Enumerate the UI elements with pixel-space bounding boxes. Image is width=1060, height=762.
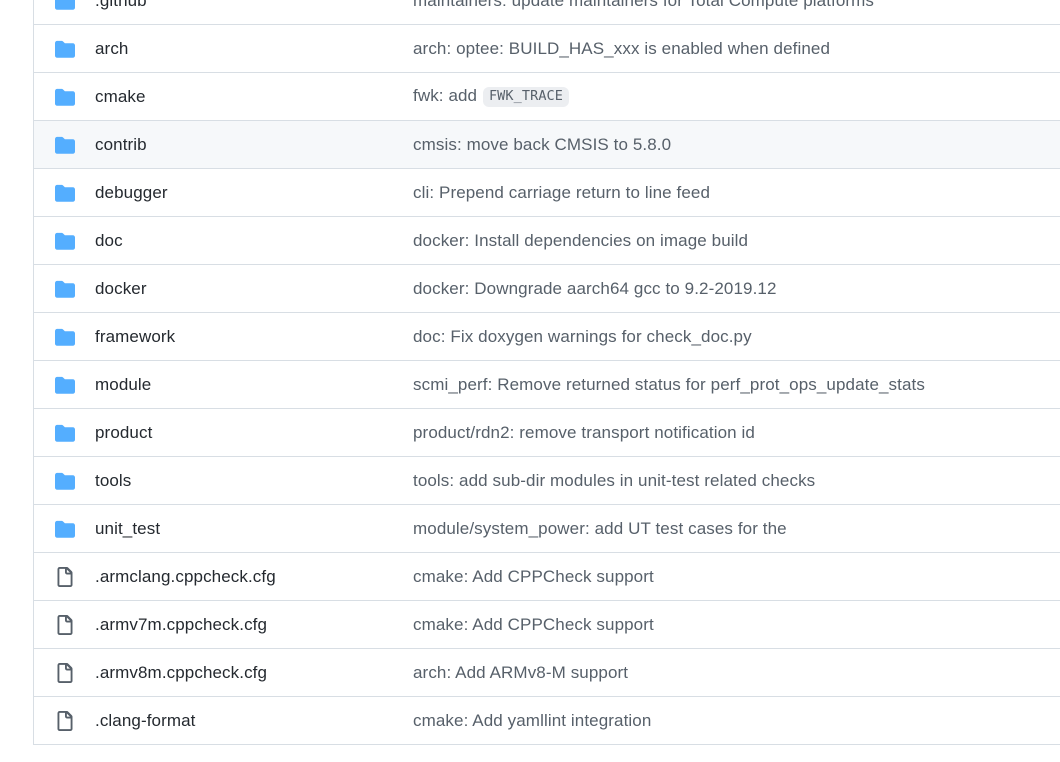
- commit-message-link[interactable]: cmake: Add CPPCheck support: [413, 567, 1060, 587]
- folder-icon: [34, 87, 75, 107]
- commit-message-link[interactable]: maintainers: update maintainers for Tota…: [413, 0, 1060, 11]
- file-icon: [34, 662, 75, 683]
- folder-icon: [34, 39, 75, 59]
- repository-file-listing-viewport: .github maintainers: update maintainers f…: [0, 0, 1060, 762]
- commit-message-link[interactable]: product/rdn2: remove transport notificat…: [413, 423, 1060, 443]
- directory-name-link[interactable]: arch: [75, 39, 413, 59]
- directory-name-link[interactable]: module: [75, 375, 413, 395]
- file-listing-table: .github maintainers: update maintainers f…: [33, 0, 1060, 745]
- commit-message-link[interactable]: tools: add sub-dir modules in unit-test …: [413, 471, 1060, 491]
- table-row[interactable]: .armclang.cppcheck.cfg cmake: Add CPPChec…: [34, 553, 1060, 601]
- commit-message-link[interactable]: cmake: Add CPPCheck support: [413, 615, 1060, 635]
- commit-message-link[interactable]: cmake: Add yamllint integration: [413, 711, 1060, 731]
- table-row[interactable]: framework doc: Fix doxygen warnings for c…: [34, 313, 1060, 361]
- file-icon: [34, 614, 75, 635]
- commit-message-link[interactable]: doc: Fix doxygen warnings for check_doc.…: [413, 327, 1060, 347]
- commit-message-link[interactable]: docker: Install dependencies on image bu…: [413, 231, 1060, 251]
- commit-message-link[interactable]: docker: Downgrade aarch64 gcc to 9.2-201…: [413, 279, 1060, 299]
- folder-icon: [34, 183, 75, 203]
- table-row[interactable]: .clang-format cmake: Add yamllint integra…: [34, 697, 1060, 745]
- table-row[interactable]: module scmi_perf: Remove returned status …: [34, 361, 1060, 409]
- folder-icon: [34, 375, 75, 395]
- folder-icon: [34, 135, 75, 155]
- table-row[interactable]: docker docker: Downgrade aarch64 gcc to 9…: [34, 265, 1060, 313]
- folder-icon: [34, 0, 75, 11]
- directory-name-link[interactable]: tools: [75, 471, 413, 491]
- commit-message-link[interactable]: scmi_perf: Remove returned status for pe…: [413, 375, 1060, 395]
- folder-icon: [34, 423, 75, 443]
- file-name-link[interactable]: .armclang.cppcheck.cfg: [75, 567, 413, 587]
- inline-code-badge: FWK_TRACE: [482, 86, 570, 108]
- directory-name-link[interactable]: unit_test: [75, 519, 413, 539]
- table-row[interactable]: unit_test module/system_power: add UT tes…: [34, 505, 1060, 553]
- directory-name-link[interactable]: .github: [75, 0, 413, 11]
- folder-icon: [34, 327, 75, 347]
- folder-icon: [34, 231, 75, 251]
- directory-name-link[interactable]: debugger: [75, 183, 413, 203]
- directory-name-link[interactable]: product: [75, 423, 413, 443]
- file-name-link[interactable]: .armv8m.cppcheck.cfg: [75, 663, 413, 683]
- commit-message-link[interactable]: arch: Add ARMv8-M support: [413, 663, 1060, 683]
- table-row[interactable]: doc docker: Install dependencies on image…: [34, 217, 1060, 265]
- commit-message-link[interactable]: module/system_power: add UT test cases f…: [413, 519, 1060, 539]
- commit-message-link[interactable]: cmsis: move back CMSIS to 5.8.0: [413, 135, 1060, 155]
- table-row[interactable]: .armv8m.cppcheck.cfg arch: Add ARMv8-M su…: [34, 649, 1060, 697]
- commit-message-link[interactable]: arch: optee: BUILD_HAS_xxx is enabled wh…: [413, 39, 1060, 59]
- table-row[interactable]: tools tools: add sub-dir modules in unit-…: [34, 457, 1060, 505]
- folder-icon: [34, 519, 75, 539]
- commit-message-text: fwk: add: [413, 85, 478, 105]
- file-icon: [34, 710, 75, 731]
- directory-name-link[interactable]: cmake: [75, 87, 413, 107]
- folder-icon: [34, 279, 75, 299]
- directory-name-link[interactable]: docker: [75, 279, 413, 299]
- commit-message-link[interactable]: cli: Prepend carriage return to line fee…: [413, 183, 1060, 203]
- table-row[interactable]: product product/rdn2: remove transport no…: [34, 409, 1060, 457]
- file-name-link[interactable]: .clang-format: [75, 711, 413, 731]
- table-row[interactable]: debugger cli: Prepend carriage return to …: [34, 169, 1060, 217]
- commit-message-link[interactable]: fwk: add FWK_TRACE: [413, 86, 1060, 108]
- file-name-link[interactable]: .armv7m.cppcheck.cfg: [75, 615, 413, 635]
- table-row[interactable]: .armv7m.cppcheck.cfg cmake: Add CPPCheck …: [34, 601, 1060, 649]
- table-row[interactable]: .github maintainers: update maintainers f…: [34, 0, 1060, 25]
- file-icon: [34, 566, 75, 587]
- directory-name-link[interactable]: contrib: [75, 135, 413, 155]
- table-row[interactable]: cmake fwk: add FWK_TRACE: [34, 73, 1060, 121]
- folder-icon: [34, 471, 75, 491]
- directory-name-link[interactable]: framework: [75, 327, 413, 347]
- table-row[interactable]: contrib cmsis: move back CMSIS to 5.8.0: [34, 121, 1060, 169]
- directory-name-link[interactable]: doc: [75, 231, 413, 251]
- table-row[interactable]: arch arch: optee: BUILD_HAS_xxx is enable…: [34, 25, 1060, 73]
